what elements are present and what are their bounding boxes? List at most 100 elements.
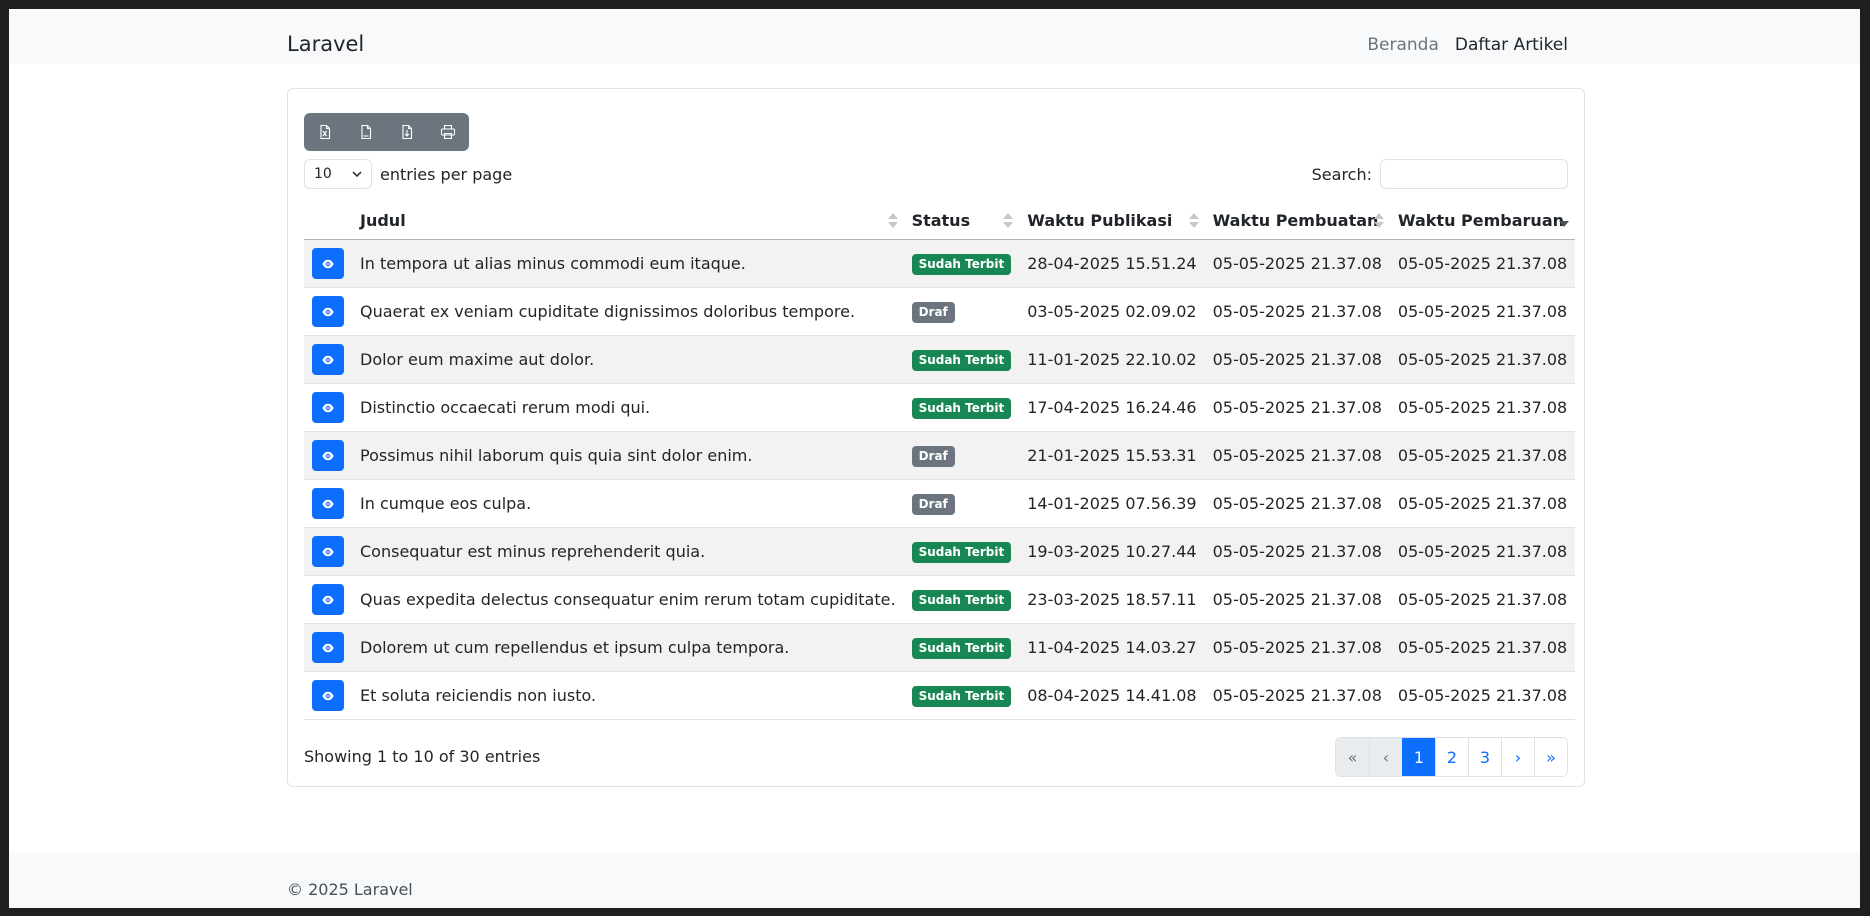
view-button[interactable] [312,680,344,711]
view-button[interactable] [312,248,344,279]
search-input[interactable] [1380,159,1568,189]
eye-icon [322,259,334,268]
status-badge: Draf [911,445,955,467]
table-header-row: Judul Status Waktu Publikasi Waktu Pembu… [304,201,1576,240]
view-button[interactable] [312,584,344,615]
status-badge: Sudah Terbit [911,541,1012,563]
entries-per-page-select[interactable]: 10 [304,159,372,189]
column-header-waktu-pembaruan[interactable]: Waktu Pembaruan [1389,201,1576,240]
sort-icon [1373,213,1384,229]
column-header-label: Waktu Pembuatan [1212,210,1379,230]
status-badge: Sudah Terbit [911,349,1012,371]
page-button[interactable]: » [1534,738,1567,776]
page-button[interactable]: › [1501,738,1534,776]
column-header-label: Waktu Publikasi [1027,210,1173,230]
action-cell [304,383,352,432]
browser-viewport: Laravel Beranda Daftar Artikel 10 entrie… [9,9,1860,908]
action-cell [304,479,352,528]
view-button[interactable] [312,632,344,663]
waktu-pembaruan-cell: 05-05-2025 21.37.08 [1389,287,1576,336]
status-cell: Sudah Terbit [903,383,1020,432]
page-button[interactable]: 1 [1402,738,1435,776]
entries-per-page: 10 entries per page [304,159,512,189]
table-row: Dolorem ut cum repellendus et ipsum culp… [304,623,1576,672]
print-icon [440,124,455,140]
waktu-pembuatan-cell: 05-05-2025 21.37.08 [1204,383,1390,432]
print-button[interactable] [427,113,468,151]
column-header-label: Waktu Pembaruan [1397,210,1564,230]
table-body: In tempora ut alias minus commodi eum it… [304,239,1576,720]
waktu-pembuatan-cell: 05-05-2025 21.37.08 [1204,623,1390,672]
waktu-pembuatan-cell: 05-05-2025 21.37.08 [1204,335,1390,384]
waktu-publikasi-cell: 08-04-2025 14.41.08 [1019,671,1205,720]
waktu-pembuatan-cell: 05-05-2025 21.37.08 [1204,287,1390,336]
page-button[interactable]: ‹ [1369,738,1402,776]
judul-cell: Consequatur est minus reprehenderit quia… [352,527,904,576]
waktu-publikasi-cell: 17-04-2025 16.24.46 [1019,383,1205,432]
waktu-publikasi-cell: 03-05-2025 02.09.02 [1019,287,1205,336]
waktu-pembaruan-cell: 05-05-2025 21.37.08 [1389,623,1576,672]
status-cell: Sudah Terbit [903,623,1020,672]
waktu-publikasi-cell: 21-01-2025 15.53.31 [1019,431,1205,480]
judul-cell: Possimus nihil laborum quis quia sint do… [352,431,904,480]
articles-card: 10 entries per page Search: Judul Status… [287,88,1585,787]
eye-icon [322,355,334,364]
page-button[interactable]: « [1336,738,1369,776]
judul-cell: Dolor eum maxime aut dolor. [352,335,904,384]
waktu-publikasi-cell: 28-04-2025 15.51.24 [1019,239,1205,288]
status-badge: Sudah Terbit [911,637,1012,659]
column-header-label: Judul [360,210,406,230]
waktu-pembuatan-cell: 05-05-2025 21.37.08 [1204,671,1390,720]
table-row: Consequatur est minus reprehenderit quia… [304,527,1576,576]
status-cell: Draf [903,431,1020,480]
status-cell: Sudah Terbit [903,671,1020,720]
page-button[interactable]: 2 [1435,738,1468,776]
export-csv-button[interactable] [345,113,386,151]
articles-table: Judul Status Waktu Publikasi Waktu Pembu… [304,201,1576,720]
sort-desc-icon [1559,213,1570,229]
column-header-waktu-pembuatan[interactable]: Waktu Pembuatan [1204,201,1390,240]
waktu-pembaruan-cell: 05-05-2025 21.37.08 [1389,431,1576,480]
pagination: «‹ 1 2 3 ›» [1335,737,1568,777]
table-row: In cumque eos culpa. Draf 14-01-2025 07.56… [304,479,1576,528]
export-pdf-button[interactable] [386,113,427,151]
action-cell [304,335,352,384]
waktu-pembaruan-cell: 05-05-2025 21.37.08 [1389,335,1576,384]
status-badge: Sudah Terbit [911,589,1012,611]
view-button[interactable] [312,296,344,327]
table-row: Quas expedita delectus consequatur enim … [304,575,1576,624]
waktu-pembuatan-cell: 05-05-2025 21.37.08 [1204,575,1390,624]
action-cell [304,527,352,576]
column-header-status[interactable]: Status [903,201,1020,240]
view-button[interactable] [312,392,344,423]
sort-icon [887,213,898,229]
nav-link-beranda[interactable]: Beranda [1367,35,1439,55]
action-cell [304,287,352,336]
column-header-waktu-publikasi[interactable]: Waktu Publikasi [1019,201,1205,240]
status-badge: Sudah Terbit [911,685,1012,707]
column-header-judul[interactable]: Judul [352,201,904,240]
waktu-publikasi-cell: 19-03-2025 10.27.44 [1019,527,1205,576]
judul-cell: In cumque eos culpa. [352,479,904,528]
page-button[interactable]: 3 [1468,738,1501,776]
column-header-action [304,201,352,240]
waktu-pembuatan-cell: 05-05-2025 21.37.08 [1204,479,1390,528]
status-badge: Draf [911,493,955,515]
chevron-down-icon [352,171,362,178]
entries-per-page-label: entries per page [380,164,513,184]
action-cell [304,671,352,720]
judul-cell: Dolorem ut cum repellendus et ipsum culp… [352,623,904,672]
view-button[interactable] [312,344,344,375]
waktu-pembaruan-cell: 05-05-2025 21.37.08 [1389,671,1576,720]
footer-copyright: © 2025 Laravel [287,880,413,899]
status-badge: Draf [911,301,955,323]
table-row: Distinctio occaecati rerum modi qui. Suda… [304,383,1576,432]
pdf-file-icon [401,124,412,140]
view-button[interactable] [312,488,344,519]
export-excel-button[interactable] [304,113,345,151]
navbar-brand[interactable]: Laravel [287,32,364,56]
csv-file-icon [360,124,371,140]
view-button[interactable] [312,536,344,567]
nav-link-daftar-artikel[interactable]: Daftar Artikel [1455,35,1568,55]
view-button[interactable] [312,440,344,471]
